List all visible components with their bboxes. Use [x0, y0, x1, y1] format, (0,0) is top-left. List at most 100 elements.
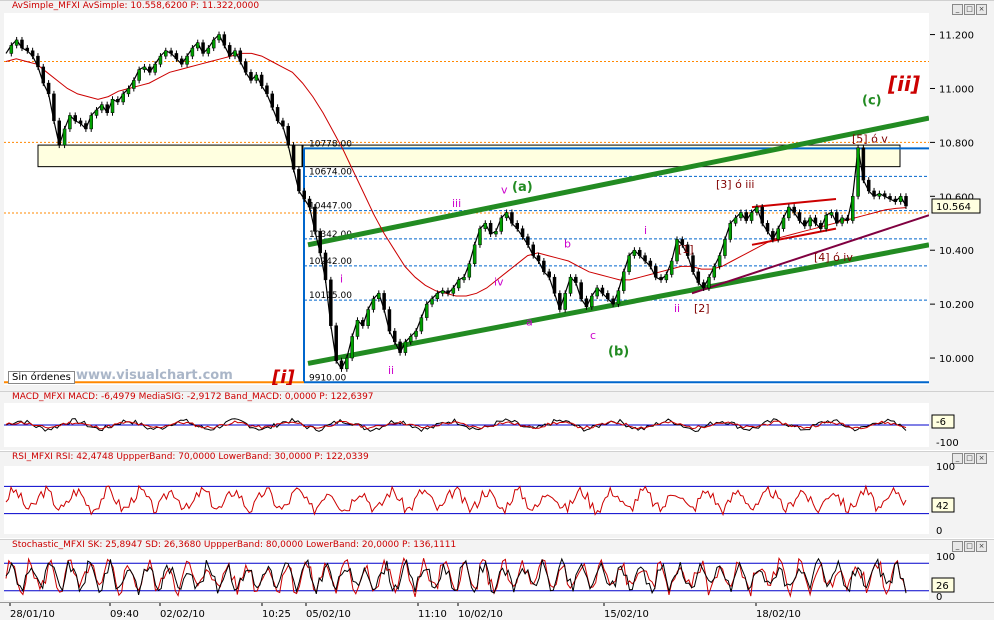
candle-body [866, 179, 871, 192]
macd-panel[interactable]: MACD_MFXI MACD: -6,4979 MediaSIG: -2,917… [0, 391, 994, 450]
wave-label-18: [4] ó iv [814, 251, 853, 264]
candle-body [792, 206, 796, 213]
stochastic-panel[interactable]: Stochastic_MFXI SK: 25,8947 SD: 26,3680 … [0, 539, 994, 603]
moving-average-line [5, 52, 907, 297]
candle-body [281, 120, 285, 127]
channel-upper-line [307, 115, 930, 248]
consolidation-box-left [37, 144, 303, 168]
candle-body [744, 212, 748, 221]
candle-body [451, 287, 456, 294]
candle-body [227, 45, 232, 57]
x-tick-label-3: 10:25 [262, 609, 291, 620]
candle-body [584, 298, 589, 308]
wave-label-19: [5] ó v [852, 132, 888, 145]
x-axis: 28/01/10 09:40 02/02/10 10:25 05/02/10 11:10 1… [0, 602, 994, 620]
candle-body [728, 223, 733, 240]
candle-body [350, 336, 354, 359]
x-tick-label-7: 15/02/10 [604, 609, 649, 620]
candle-body [355, 320, 360, 337]
candle-body [323, 252, 328, 281]
price-tick-label-5: 10.200 [939, 300, 974, 311]
candle-body [403, 341, 408, 353]
candle-body [717, 255, 722, 267]
wave-label-16: [2] [694, 302, 710, 315]
candle-body [116, 99, 120, 103]
price-plot[interactable]: 10778.00 10674.00 10447.00 10342.00 10242.00… [4, 13, 930, 388]
stochastic-plot [4, 554, 929, 600]
rsi-panel[interactable]: RSI_MFXI RSI: 42,4748 UppperBand: 70,000… [0, 451, 994, 538]
wave-label-11: ii [674, 302, 680, 315]
candle-body [14, 39, 19, 46]
candle-body [398, 341, 402, 353]
x-tick-label-0: 28/01/10 [10, 609, 55, 620]
candle-body [222, 34, 227, 46]
candle-body [467, 263, 472, 278]
candle-body [733, 217, 738, 224]
candle-body [558, 293, 562, 310]
candle-body [494, 231, 498, 235]
price-panel[interactable]: AvSimple_MFXI AvSimple: 10.558,6200 P: 1… [0, 0, 994, 392]
wave-label-6: ii [388, 364, 394, 377]
candle-body [238, 50, 243, 62]
price-tick-label-6: 10.000 [939, 354, 974, 365]
candle-body [185, 55, 189, 65]
candle-body [446, 290, 450, 294]
fib-level-label-0: 10778.00 [309, 139, 352, 149]
candle-body [803, 220, 807, 227]
candle-body [110, 99, 115, 113]
wave-label-5: i [340, 273, 343, 286]
candle-body [25, 47, 30, 51]
x-axis-ticks: 28/01/10 09:40 02/02/10 10:25 05/02/10 11:10 1… [9, 603, 801, 620]
candle-body [137, 69, 141, 81]
candle-body [361, 320, 365, 326]
x-tick-label-2: 02/02/10 [160, 609, 205, 620]
wave-label-13: b [564, 238, 571, 251]
candle-body [797, 212, 802, 221]
candle-body [590, 295, 594, 308]
price-tick-label-4: 10.400 [939, 246, 974, 257]
x-tick-label-1: 09:40 [110, 609, 139, 620]
x-tick-label-6: 10/02/10 [458, 609, 503, 620]
candle-body [840, 217, 844, 224]
wave-label-10: i [644, 224, 647, 237]
candle-body [105, 104, 109, 113]
candle-body [563, 293, 567, 310]
rsi-tick-bottom: 0 [936, 526, 942, 537]
x-tick-label-4: 05/02/10 [306, 609, 351, 620]
candle-body [723, 239, 727, 256]
candle-body [904, 196, 908, 207]
candle-body [520, 228, 525, 237]
candle-body [393, 330, 397, 343]
candle-body [126, 88, 131, 95]
candle-body [371, 298, 376, 310]
candle-body [382, 293, 386, 310]
candle-body [622, 271, 626, 291]
candle-body [898, 196, 903, 202]
candle-body [611, 298, 615, 305]
candle-body [653, 266, 658, 278]
fib-level-label-6: 9910.00 [309, 373, 346, 383]
candle-body [414, 330, 418, 337]
candle-body [307, 198, 312, 208]
candle-body [345, 357, 349, 370]
candle-body [643, 255, 647, 262]
candle-body [696, 271, 701, 283]
candle-body [408, 336, 413, 343]
candle-body [339, 360, 344, 370]
candle-body [9, 45, 14, 54]
price-tick-label-0: 11.200 [939, 31, 974, 42]
candle-body [195, 42, 200, 49]
orders-button[interactable]: Sin órdenes [8, 371, 75, 384]
candle-body [547, 271, 551, 278]
candle-body [430, 298, 434, 305]
candle-body [861, 147, 866, 181]
candle-body [568, 276, 573, 294]
candle-body [531, 244, 535, 256]
candle-body [73, 115, 77, 122]
stochastic-title: Stochastic_MFXI SK: 25,8947 SD: 26,3680 … [12, 540, 457, 550]
candle-body [57, 120, 62, 146]
last-price-label: 10.564 [936, 202, 971, 213]
candle-body [329, 279, 333, 326]
candle-body [707, 276, 711, 289]
candle-body [712, 266, 717, 278]
